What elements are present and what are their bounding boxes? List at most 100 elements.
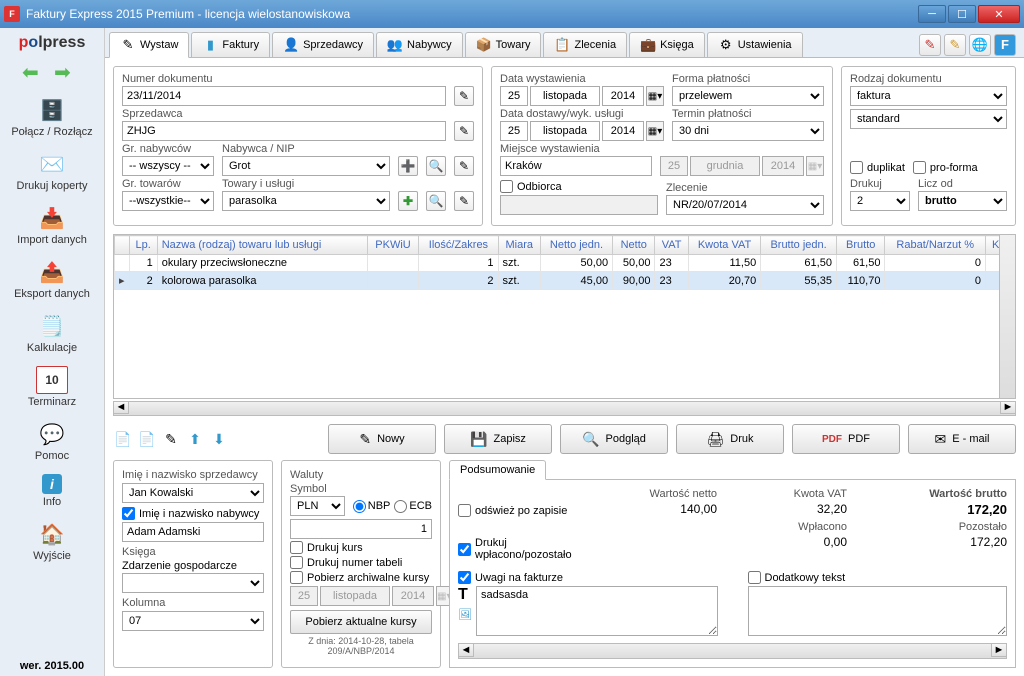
row-del-icon[interactable]: 📄 (137, 429, 157, 449)
ecb-radio[interactable] (394, 500, 407, 513)
tab-nabywcy[interactable]: 👥Nabywcy (376, 32, 463, 57)
sidebar-item-import[interactable]: 📥Import danych (0, 198, 104, 252)
tab-sprzedawcy[interactable]: 👤Sprzedawcy (272, 32, 374, 57)
minimize-button[interactable]: ─ (918, 5, 946, 23)
nabywca-search-icon[interactable]: 🔍 (426, 156, 446, 176)
uwagi-check[interactable] (458, 571, 471, 584)
image-icon[interactable]: 🖼 (458, 608, 472, 621)
druk-button[interactable]: 🖨Druk (676, 424, 784, 454)
course-input[interactable] (290, 519, 432, 539)
sidebar-item-connect[interactable]: 🗄️Połącz / Rozłącz (0, 90, 104, 144)
tab-ustawienia[interactable]: ⚙Ustawienia (707, 32, 803, 57)
nabywca-add-icon[interactable]: ➕ (398, 156, 418, 176)
tool-icon-2[interactable]: ✎ (944, 34, 966, 56)
dodatkowy-textarea[interactable] (748, 586, 1008, 636)
rodzaj-2-select[interactable]: standard (850, 109, 1007, 129)
sidebar-item-exit[interactable]: 🏠Wyjście (0, 514, 104, 568)
tab-podsumowanie[interactable]: Podsumowanie (449, 460, 546, 480)
table-row[interactable]: ▸2kolorowa parasolka2szt.45,0090,002320,… (115, 272, 1015, 290)
pdf-button[interactable]: PDFPDF (792, 424, 900, 454)
sidebar-item-info[interactable]: iInfo (0, 468, 104, 514)
row-edit-icon[interactable]: ✎ (161, 429, 181, 449)
back-icon[interactable]: ⬅ (22, 60, 50, 82)
sidebar-item-help[interactable]: 💬Pomoc (0, 414, 104, 468)
rodzaj-1-select[interactable]: faktura (850, 86, 1007, 106)
tool-icon-1[interactable]: ✎ (919, 34, 941, 56)
numer-edit-icon[interactable]: ✎ (454, 86, 474, 106)
pobierz-kursy-button[interactable]: Pobierz aktualne kursy (290, 610, 432, 634)
termin-platnosci-select[interactable]: 30 dni (672, 121, 824, 141)
symbol-select[interactable]: PLN (290, 496, 345, 516)
proforma-check[interactable] (913, 161, 926, 174)
data-wystawienia-input[interactable]: ▦▾ (500, 86, 664, 106)
sprzedawca-input[interactable] (122, 121, 446, 141)
tab-towary[interactable]: 📦Towary (465, 32, 542, 57)
nabywca-edit-icon[interactable]: ✎ (454, 156, 474, 176)
panel-currency: Waluty SymbolPLN NBPECB Drukuj kurs Druk… (281, 460, 441, 668)
sum-hscroll[interactable]: ◄► (458, 643, 1007, 659)
sprzedawca-name-select[interactable]: Jan Kowalski (122, 483, 264, 503)
nowy-button[interactable]: ✎Nowy (328, 424, 436, 454)
duplikat-check[interactable] (850, 161, 863, 174)
vscroll[interactable] (999, 235, 1015, 398)
liczod-select[interactable]: brutto (918, 191, 1007, 211)
nabywca-name-check[interactable] (122, 507, 135, 520)
sidebar-item-calc[interactable]: 🗒️Kalkulacje (0, 306, 104, 360)
sidebar-item-calendar[interactable]: 10Terminarz (0, 360, 104, 414)
text-icon[interactable]: T (458, 586, 472, 604)
sidebar-item-envelopes[interactable]: ✉️Drukuj koperty (0, 144, 104, 198)
kolumna-select[interactable]: 07 (122, 611, 264, 631)
info-icon: i (42, 474, 62, 494)
data-dostawy-input[interactable]: ▦▾ (500, 121, 664, 141)
towary-add-icon[interactable]: ✚ (398, 191, 418, 211)
drukuj-kurs-check[interactable] (290, 541, 303, 554)
calendar-icon[interactable]: ▦▾ (646, 121, 664, 141)
close-button[interactable]: ✕ (978, 5, 1020, 23)
calendar-icon: 10 (36, 366, 68, 394)
odbiorca-check[interactable] (500, 180, 513, 193)
archiwalne-check[interactable] (290, 571, 303, 584)
row-up-icon[interactable]: ⬆ (185, 429, 205, 449)
gr-nabywcow-select[interactable]: -- wszyscy -- (122, 156, 214, 176)
tab-faktury[interactable]: ▮Faktury (191, 32, 270, 57)
invoice-icon: ▮ (202, 37, 218, 53)
uwagi-textarea[interactable]: sadsasda (476, 586, 718, 636)
calendar-icon[interactable]: ▦▾ (646, 86, 664, 106)
drukuj-tabela-check[interactable] (290, 556, 303, 569)
drukuj-select[interactable]: 2 (850, 191, 910, 211)
table-row[interactable]: 1okulary przeciwsłoneczne1szt.50,0050,00… (115, 255, 1015, 272)
towary-search-icon[interactable]: 🔍 (426, 191, 446, 211)
nabywca-select[interactable]: Grot (222, 156, 390, 176)
email-button[interactable]: ✉E - mail (908, 424, 1016, 454)
sprzedawca-edit-icon[interactable]: ✎ (454, 121, 474, 141)
row-add-icon[interactable]: 📄 (113, 429, 133, 449)
podglad-button[interactable]: 🔍Podgląd (560, 424, 668, 454)
towary-edit-icon[interactable]: ✎ (454, 191, 474, 211)
dodatkowy-check[interactable] (748, 571, 761, 584)
nabywca-name-input[interactable] (122, 522, 264, 542)
window-title: Faktury Express 2015 Premium - licencja … (26, 7, 918, 21)
numer-input[interactable] (122, 86, 446, 106)
row-down-icon[interactable]: ⬇ (209, 429, 229, 449)
maximize-button[interactable]: ☐ (948, 5, 976, 23)
miejsce-input[interactable] (500, 156, 652, 176)
nbp-radio[interactable] (353, 500, 366, 513)
items-grid[interactable]: Lp.Nazwa (rodzaj) towaru lub usługiPKWiU… (113, 234, 1016, 399)
hscroll[interactable]: ◄► (113, 401, 1016, 416)
sidebar-item-export[interactable]: 📤Eksport danych (0, 252, 104, 306)
print-icon: 🖨 (706, 431, 724, 448)
tab-ksiega[interactable]: 💼Księga (629, 32, 705, 57)
zlecenie-select[interactable]: NR/20/07/2014 (666, 195, 824, 215)
facebook-icon[interactable]: F (994, 34, 1016, 56)
forma-platnosci-select[interactable]: przelewem (672, 86, 824, 106)
towary-select[interactable]: parasolka (222, 191, 390, 211)
drukuj-wplacono-check[interactable] (458, 543, 471, 556)
odswiez-check[interactable] (458, 504, 471, 517)
zapisz-button[interactable]: 💾Zapisz (444, 424, 552, 454)
tab-zlecenia[interactable]: 📋Zlecenia (543, 32, 627, 57)
zdarzenie-select[interactable] (122, 573, 264, 593)
forward-icon[interactable]: ➡ (54, 60, 82, 82)
gr-towarow-select[interactable]: --wszystkie-- (122, 191, 214, 211)
tab-wystaw[interactable]: ✎Wystaw (109, 32, 189, 58)
globe-icon[interactable]: 🌐 (969, 34, 991, 56)
